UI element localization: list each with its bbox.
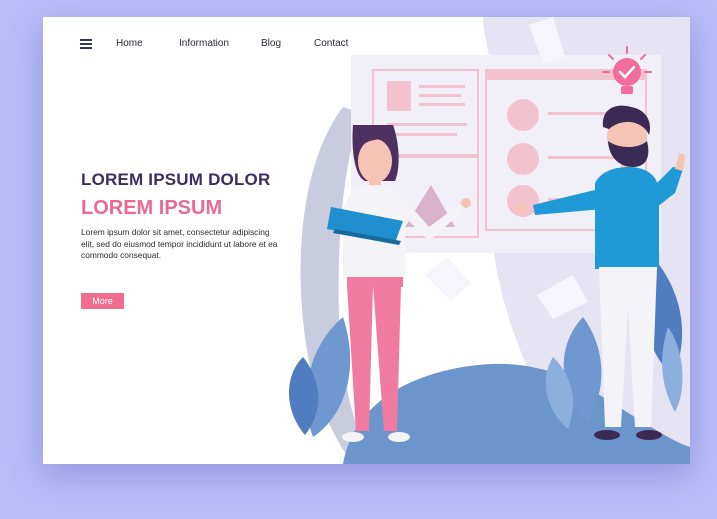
nav-link-home[interactable]: Home xyxy=(116,38,143,49)
landing-card: Home Information Blog Contact LOREM IPSU… xyxy=(43,17,690,464)
hero-title: LOREM IPSUM DOLOR xyxy=(81,170,271,189)
nav-link-information[interactable]: Information xyxy=(179,38,229,49)
hamburger-menu-icon[interactable] xyxy=(80,39,92,50)
nav-link-blog[interactable]: Blog xyxy=(261,38,281,49)
top-navigation: Home Information Blog Contact xyxy=(43,17,690,71)
more-button[interactable]: More xyxy=(81,293,124,309)
nav-link-contact[interactable]: Contact xyxy=(314,38,348,49)
hero-description: Lorem ipsum dolor sit amet, consectetur … xyxy=(81,227,278,260)
hero-subtitle: LOREM IPSUM xyxy=(81,197,223,219)
